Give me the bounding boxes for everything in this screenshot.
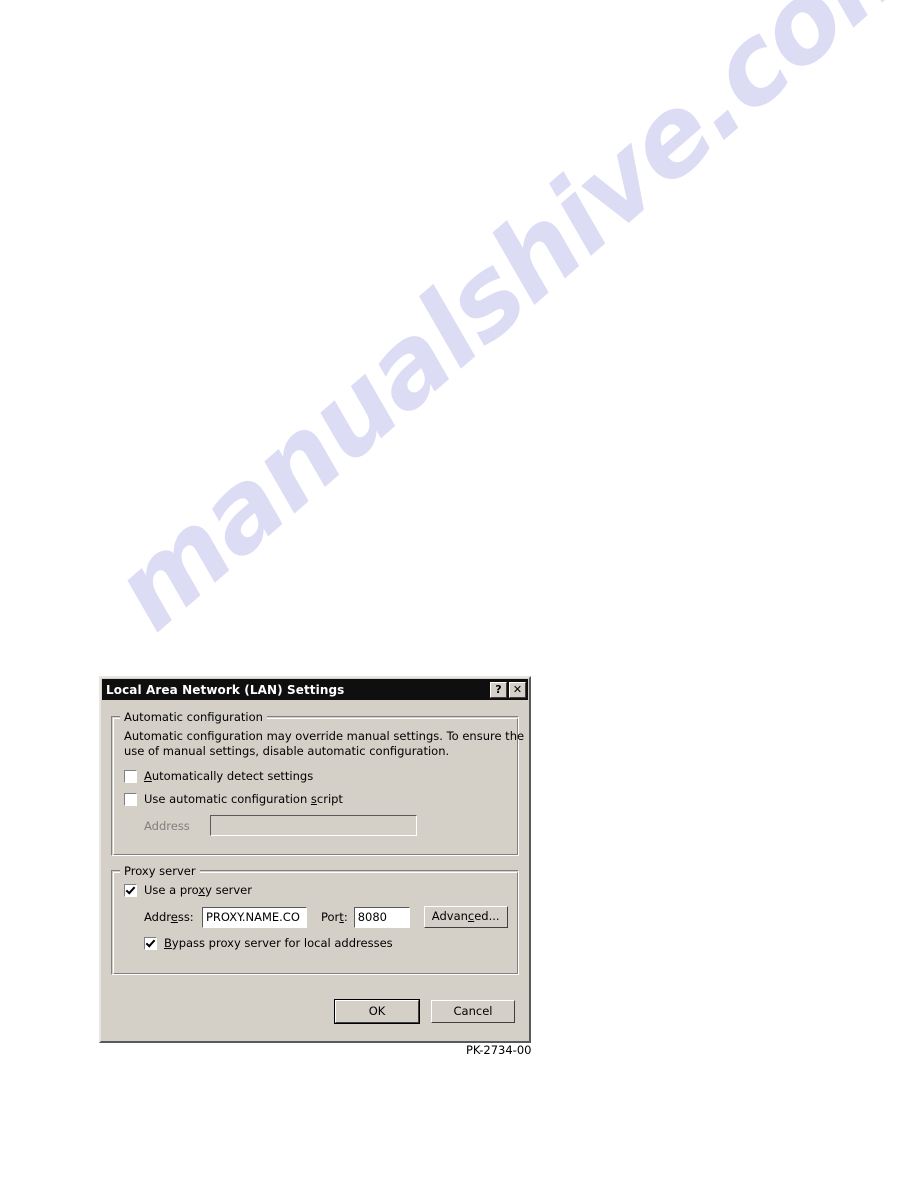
automatic-configuration-group-title: Automatic configuration [120, 710, 267, 724]
automatically-detect-settings-row[interactable]: Automatically detect settings [124, 769, 508, 783]
lan-settings-dialog: Local Area Network (LAN) Settings ? ✕ Au… [99, 676, 531, 1043]
label-post: : [343, 910, 348, 924]
bypass-proxy-local-label: Bypass proxy server for local addresses [164, 936, 393, 950]
label-post: ed... [474, 909, 500, 923]
use-proxy-server-row[interactable]: Use a proxy server [124, 883, 508, 897]
automatic-configuration-group: Automatic configuration Automatic config… [111, 710, 525, 856]
label-pre: Advan [431, 909, 468, 923]
help-icon[interactable]: ? [490, 681, 507, 698]
use-proxy-server-label: Use a proxy server [144, 883, 252, 897]
help-text-line-2: use of manual settings, disable automati… [124, 744, 450, 758]
use-proxy-server-checkbox[interactable] [124, 883, 137, 897]
proxy-port-input[interactable]: 8080 [353, 906, 410, 928]
label-post: y server [205, 883, 252, 897]
label-pre: Use automatic configuration [144, 792, 311, 806]
cancel-button[interactable]: Cancel [431, 1000, 515, 1023]
bypass-proxy-local-row[interactable]: Bypass proxy server for local addresses [144, 936, 508, 950]
script-address-row: Address [144, 815, 508, 836]
label-post: cript [316, 792, 343, 806]
advanced-button[interactable]: Advanced... [423, 906, 508, 928]
bypass-proxy-local-checkbox[interactable] [144, 936, 157, 950]
help-text-line-1: Automatic configuration may override man… [124, 729, 525, 743]
proxy-address-input[interactable]: PROXY.NAME.CO [202, 906, 307, 928]
proxy-server-group: Proxy server Use a proxy server Address:… [111, 864, 519, 975]
automatically-detect-settings-checkbox[interactable] [124, 769, 137, 783]
proxy-server-group-title: Proxy server [120, 864, 200, 878]
proxy-address-port-row: Address: PROXY.NAME.CO Port: 8080 Advanc… [144, 906, 508, 928]
label-post: ypass proxy server for local addresses [171, 936, 393, 950]
label-accel: A [144, 769, 152, 783]
use-automatic-configuration-script-checkbox[interactable] [124, 792, 137, 806]
label-pre: Por [321, 910, 340, 924]
dialog-titlebar[interactable]: Local Area Network (LAN) Settings ? ✕ [102, 679, 528, 700]
label-accel: B [164, 936, 172, 950]
use-automatic-configuration-script-row[interactable]: Use automatic configuration script [124, 792, 508, 806]
label-pre: Use a pro [144, 883, 199, 897]
figure-caption: PK-2734-00 [466, 1043, 532, 1057]
close-icon[interactable]: ✕ [509, 681, 526, 698]
use-automatic-configuration-script-label: Use automatic configuration script [144, 792, 343, 806]
proxy-address-label: Address: [144, 910, 202, 924]
dialog-body: Automatic configuration Automatic config… [101, 700, 529, 975]
automatic-configuration-help-text: Automatic configuration may override man… [124, 729, 525, 759]
automatically-detect-settings-label: Automatically detect settings [144, 769, 313, 783]
script-address-label: Address [144, 818, 190, 833]
dialog-title: Local Area Network (LAN) Settings [106, 682, 345, 697]
label-post: ss: [177, 910, 194, 924]
script-address-input[interactable] [210, 815, 417, 836]
watermark-text: manualshive.com [90, 0, 918, 655]
ok-button[interactable]: OK [334, 999, 420, 1024]
label-post: utomatically detect settings [151, 769, 314, 783]
proxy-port-label: Port: [321, 910, 348, 924]
label-accel: e [170, 910, 178, 924]
dialog-button-row: OK Cancel [101, 999, 529, 1024]
label-pre: Addr [144, 910, 171, 924]
titlebar-button-group: ? ✕ [490, 681, 528, 698]
